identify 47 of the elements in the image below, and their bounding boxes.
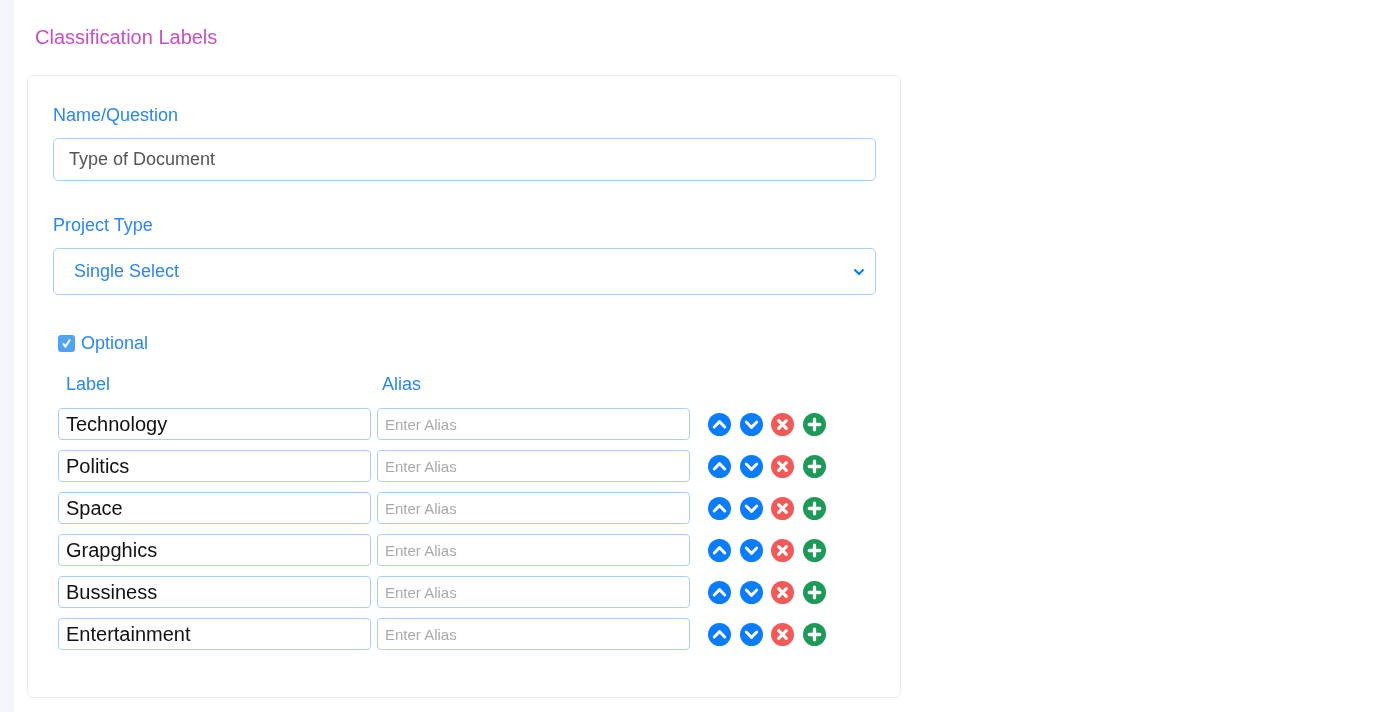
project-type-select[interactable]: Single Select <box>53 248 876 295</box>
remove-icon[interactable] <box>771 412 794 436</box>
column-header: Alias <box>382 374 421 395</box>
field-label: Name/Question <box>53 105 179 126</box>
alias-input[interactable]: Enter Alias <box>377 534 690 566</box>
chevron-up-icon[interactable] <box>708 622 731 646</box>
label-input[interactable]: Space <box>58 492 371 524</box>
label-input[interactable]: Politics <box>58 450 371 482</box>
chevron-up-icon[interactable] <box>708 580 731 604</box>
label-input[interactable]: Technology <box>58 408 371 440</box>
alias-input[interactable]: Enter Alias <box>377 450 690 482</box>
section-title: Classification Labels <box>35 26 218 49</box>
chevron-down-icon[interactable] <box>739 622 763 646</box>
chevron-down-icon[interactable] <box>739 580 763 604</box>
add-icon[interactable] <box>802 538 826 562</box>
chevron-down-icon[interactable] <box>739 496 763 520</box>
remove-icon[interactable] <box>771 454 794 478</box>
chevron-down-icon[interactable] <box>739 454 763 478</box>
remove-icon[interactable] <box>771 622 794 646</box>
add-icon[interactable] <box>802 454 826 478</box>
chevron-down-icon[interactable] <box>739 412 763 436</box>
remove-icon[interactable] <box>771 580 794 604</box>
field-label: Project Type <box>53 215 153 236</box>
alias-input[interactable]: Enter Alias <box>377 576 690 608</box>
chevron-down-icon[interactable] <box>739 538 763 562</box>
label-input[interactable]: Entertainment <box>58 618 371 650</box>
label-input[interactable]: Grapghics <box>58 534 371 566</box>
checkmark-icon <box>61 338 72 349</box>
chevron-up-icon[interactable] <box>708 538 731 562</box>
add-icon[interactable] <box>802 496 826 520</box>
alias-input[interactable]: Enter Alias <box>377 492 690 524</box>
remove-icon[interactable] <box>771 496 794 520</box>
alias-input[interactable]: Enter Alias <box>377 408 690 440</box>
alias-input[interactable]: Enter Alias <box>377 618 690 650</box>
chevron-up-icon[interactable] <box>708 412 731 436</box>
remove-icon[interactable] <box>771 538 794 562</box>
chevron-up-icon[interactable] <box>708 454 731 478</box>
add-icon[interactable] <box>802 412 826 436</box>
name-input[interactable]: Type of Document <box>53 138 876 181</box>
label-input[interactable]: Bussiness <box>58 576 371 608</box>
add-icon[interactable] <box>802 622 826 646</box>
chevron-up-icon[interactable] <box>708 496 731 520</box>
add-icon[interactable] <box>802 580 826 604</box>
optional-checkbox[interactable] <box>58 335 75 352</box>
chevron-down-icon <box>853 267 865 276</box>
checkbox-label: Optional <box>81 333 149 354</box>
column-header: Label <box>66 374 112 395</box>
